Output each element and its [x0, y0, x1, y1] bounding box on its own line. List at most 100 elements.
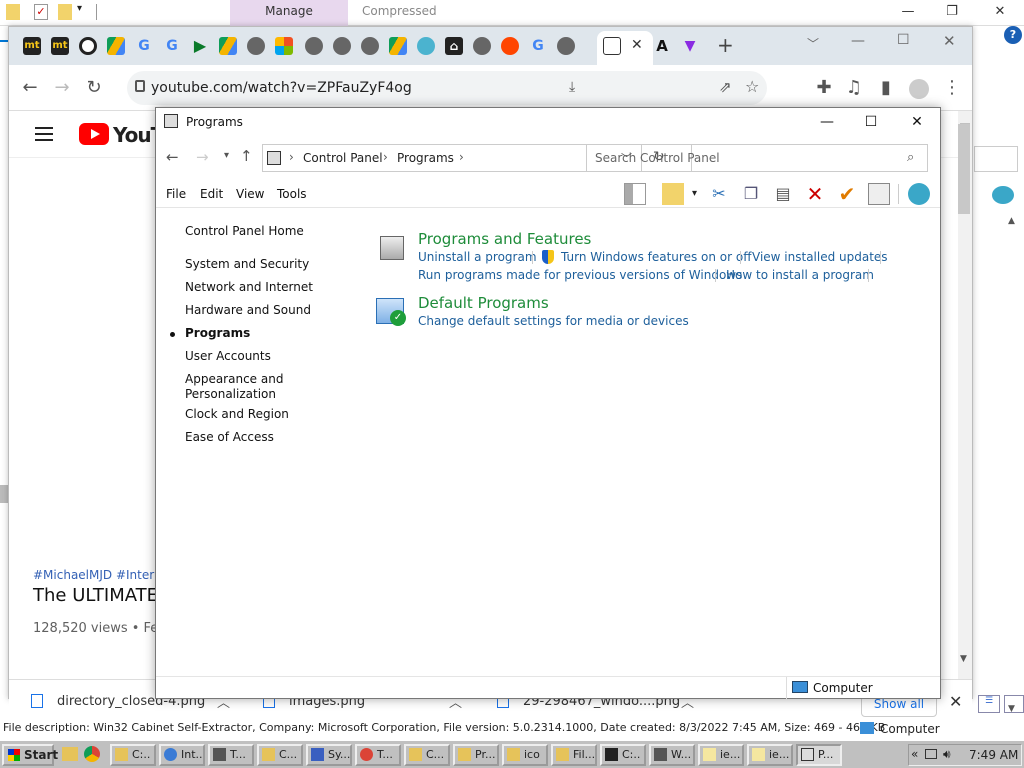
taskbar-item[interactable]: ico	[502, 744, 548, 766]
close-icon[interactable]: ✕	[902, 112, 932, 132]
tab-favicon-mt[interactable]: mt	[23, 37, 41, 55]
globe-icon[interactable]	[473, 37, 491, 55]
tab-search-icon[interactable]: ﹀	[807, 35, 819, 52]
ribbon-tab-compressed[interactable]: Compressed	[362, 4, 437, 18]
views-dropdown-icon[interactable]: ▾	[692, 188, 697, 199]
recent-locations-icon[interactable]: ▾	[224, 150, 229, 161]
tray-expand-icon[interactable]: «	[911, 747, 918, 761]
triangle-icon[interactable]: ▼	[681, 37, 699, 55]
taskbar-item[interactable]: T...	[355, 744, 401, 766]
delete-icon[interactable]: ✕	[804, 183, 826, 205]
large-icons-view-icon[interactable]	[1004, 695, 1024, 713]
volume-icon[interactable]: 🔊︎	[943, 747, 951, 762]
shell-icon[interactable]	[908, 183, 930, 205]
install-app-icon[interactable]: ⤓	[569, 79, 575, 95]
sidebar-item-network-and-internet[interactable]: Network and Internet	[185, 280, 313, 294]
link-change-default-settings[interactable]: Change default settings for media or dev…	[418, 314, 689, 328]
link-uninstall-program[interactable]: Uninstall a program	[418, 250, 537, 264]
forward-icon[interactable]: →	[51, 77, 73, 99]
network-icon[interactable]	[925, 749, 937, 759]
extensions-icon[interactable]: ✚	[813, 77, 835, 99]
microsoft-icon[interactable]	[275, 37, 293, 55]
share-icon[interactable]: ⇗	[719, 78, 732, 96]
start-button[interactable]: Start	[2, 744, 58, 766]
up-icon[interactable]: ↑	[240, 147, 253, 165]
link-view-installed-updates[interactable]: View installed updates	[752, 250, 888, 264]
google-icon[interactable]: G	[135, 37, 153, 55]
folder-icon[interactable]	[6, 4, 20, 20]
new-tab-button[interactable]: +	[717, 33, 734, 57]
search-icon[interactable]: ⌕	[907, 150, 914, 165]
sidebar-item-user-accounts[interactable]: User Accounts	[185, 349, 271, 363]
taskbar-item-active[interactable]: P...	[796, 744, 842, 766]
clock[interactable]: 7:49 AM	[969, 748, 1018, 762]
menu-edit[interactable]: Edit	[200, 187, 223, 201]
explorer-search-box[interactable]	[974, 146, 1018, 172]
globe-icon[interactable]	[361, 37, 379, 55]
taskbar-item[interactable]: C...	[257, 744, 303, 766]
page-scroll-down-icon[interactable]: ▼	[960, 654, 967, 664]
page-scroll-thumb[interactable]	[958, 124, 970, 214]
sidebar-item-hardware-and-sound[interactable]: Hardware and Sound	[185, 303, 311, 317]
sidebar-item-appearance[interactable]: Appearance and	[185, 372, 283, 386]
link-run-previous-versions[interactable]: Run programs made for previous versions …	[418, 268, 742, 282]
tab-favicon-mt[interactable]: mt	[51, 37, 69, 55]
minimize-icon[interactable]: —	[812, 112, 842, 132]
globe-icon[interactable]	[247, 37, 265, 55]
shell-icon[interactable]	[417, 37, 435, 55]
sidebar-item-system-and-security[interactable]: System and Security	[185, 257, 309, 271]
ribbon-tab-manage[interactable]: Manage	[230, 0, 348, 26]
search-input[interactable]: Search Control Panel ⌕	[586, 144, 928, 172]
link-turn-windows-features[interactable]: Turn Windows features on or off	[561, 250, 752, 264]
breadcrumb-programs[interactable]: Programs	[397, 151, 454, 165]
taskbar-item[interactable]: C:..	[600, 744, 646, 766]
help-icon[interactable]: ?	[1004, 26, 1022, 44]
chrome-maximize-icon[interactable]: ☐	[897, 32, 910, 48]
properties-check-icon[interactable]: ✓	[34, 4, 48, 20]
explorer-minimize-icon[interactable]: —	[898, 3, 918, 23]
github-icon[interactable]	[79, 37, 97, 55]
quick-launch-folder-icon[interactable]	[62, 747, 78, 761]
archive-icon[interactable]: ⌂	[445, 37, 463, 55]
downloads-close-icon[interactable]: ✕	[949, 692, 962, 711]
sidebar-item-personalization[interactable]: Personalization	[185, 387, 276, 401]
back-icon[interactable]: ←	[19, 77, 41, 99]
active-tab[interactable]: ✕	[597, 31, 653, 65]
tab-close-icon[interactable]: ✕	[631, 37, 643, 53]
google-drive-icon[interactable]	[389, 37, 407, 55]
paste-icon[interactable]: ▤	[772, 183, 794, 205]
taskbar-item[interactable]: C:..	[110, 744, 156, 766]
back-icon[interactable]: ←	[166, 148, 179, 166]
google-icon[interactable]: G	[529, 37, 547, 55]
chrome-minimize-icon[interactable]: —	[851, 33, 865, 49]
chrome-icon[interactable]	[84, 746, 100, 762]
taskbar-item[interactable]: C...	[404, 744, 450, 766]
breadcrumb-chevron-icon[interactable]: ›	[289, 150, 294, 164]
menu-file[interactable]: File	[166, 187, 186, 201]
sidebar-item-control-panel-home[interactable]: Control Panel Home	[185, 224, 304, 238]
google-drive-icon[interactable]	[107, 37, 125, 55]
sidebar-item-programs[interactable]: Programs	[185, 326, 250, 340]
explorer-close-icon[interactable]: ✕	[990, 3, 1010, 23]
maximize-icon[interactable]: ☐	[856, 112, 886, 132]
sidebar-item-ease-of-access[interactable]: Ease of Access	[185, 430, 274, 444]
forward-icon[interactable]: →	[196, 148, 209, 166]
taskbar-item[interactable]: Fil...	[551, 744, 597, 766]
taskbar-item[interactable]: ie...	[747, 744, 793, 766]
taskbar-item[interactable]: Sy...	[306, 744, 352, 766]
google-icon[interactable]: G	[163, 37, 181, 55]
breadcrumb-control-panel[interactable]: Control Panel	[303, 151, 383, 165]
reddit-icon[interactable]	[501, 37, 519, 55]
media-control-icon[interactable]: ♫	[843, 77, 865, 99]
font-icon[interactable]: A	[653, 37, 671, 55]
details-view-icon[interactable]: ☰	[978, 695, 1000, 713]
copy-icon[interactable]: ❐	[740, 183, 762, 205]
breadcrumb-chevron-icon[interactable]: ›	[459, 150, 464, 164]
reload-icon[interactable]: ↻	[83, 77, 105, 99]
youtube-menu-icon[interactable]	[35, 127, 53, 141]
side-panel-icon[interactable]: ▮	[875, 77, 897, 99]
quick-access-dropdown-icon[interactable]: ▾	[77, 3, 82, 14]
lock-icon[interactable]	[135, 80, 145, 92]
new-folder-icon[interactable]	[58, 4, 72, 20]
cut-icon[interactable]: ✂	[708, 183, 730, 205]
